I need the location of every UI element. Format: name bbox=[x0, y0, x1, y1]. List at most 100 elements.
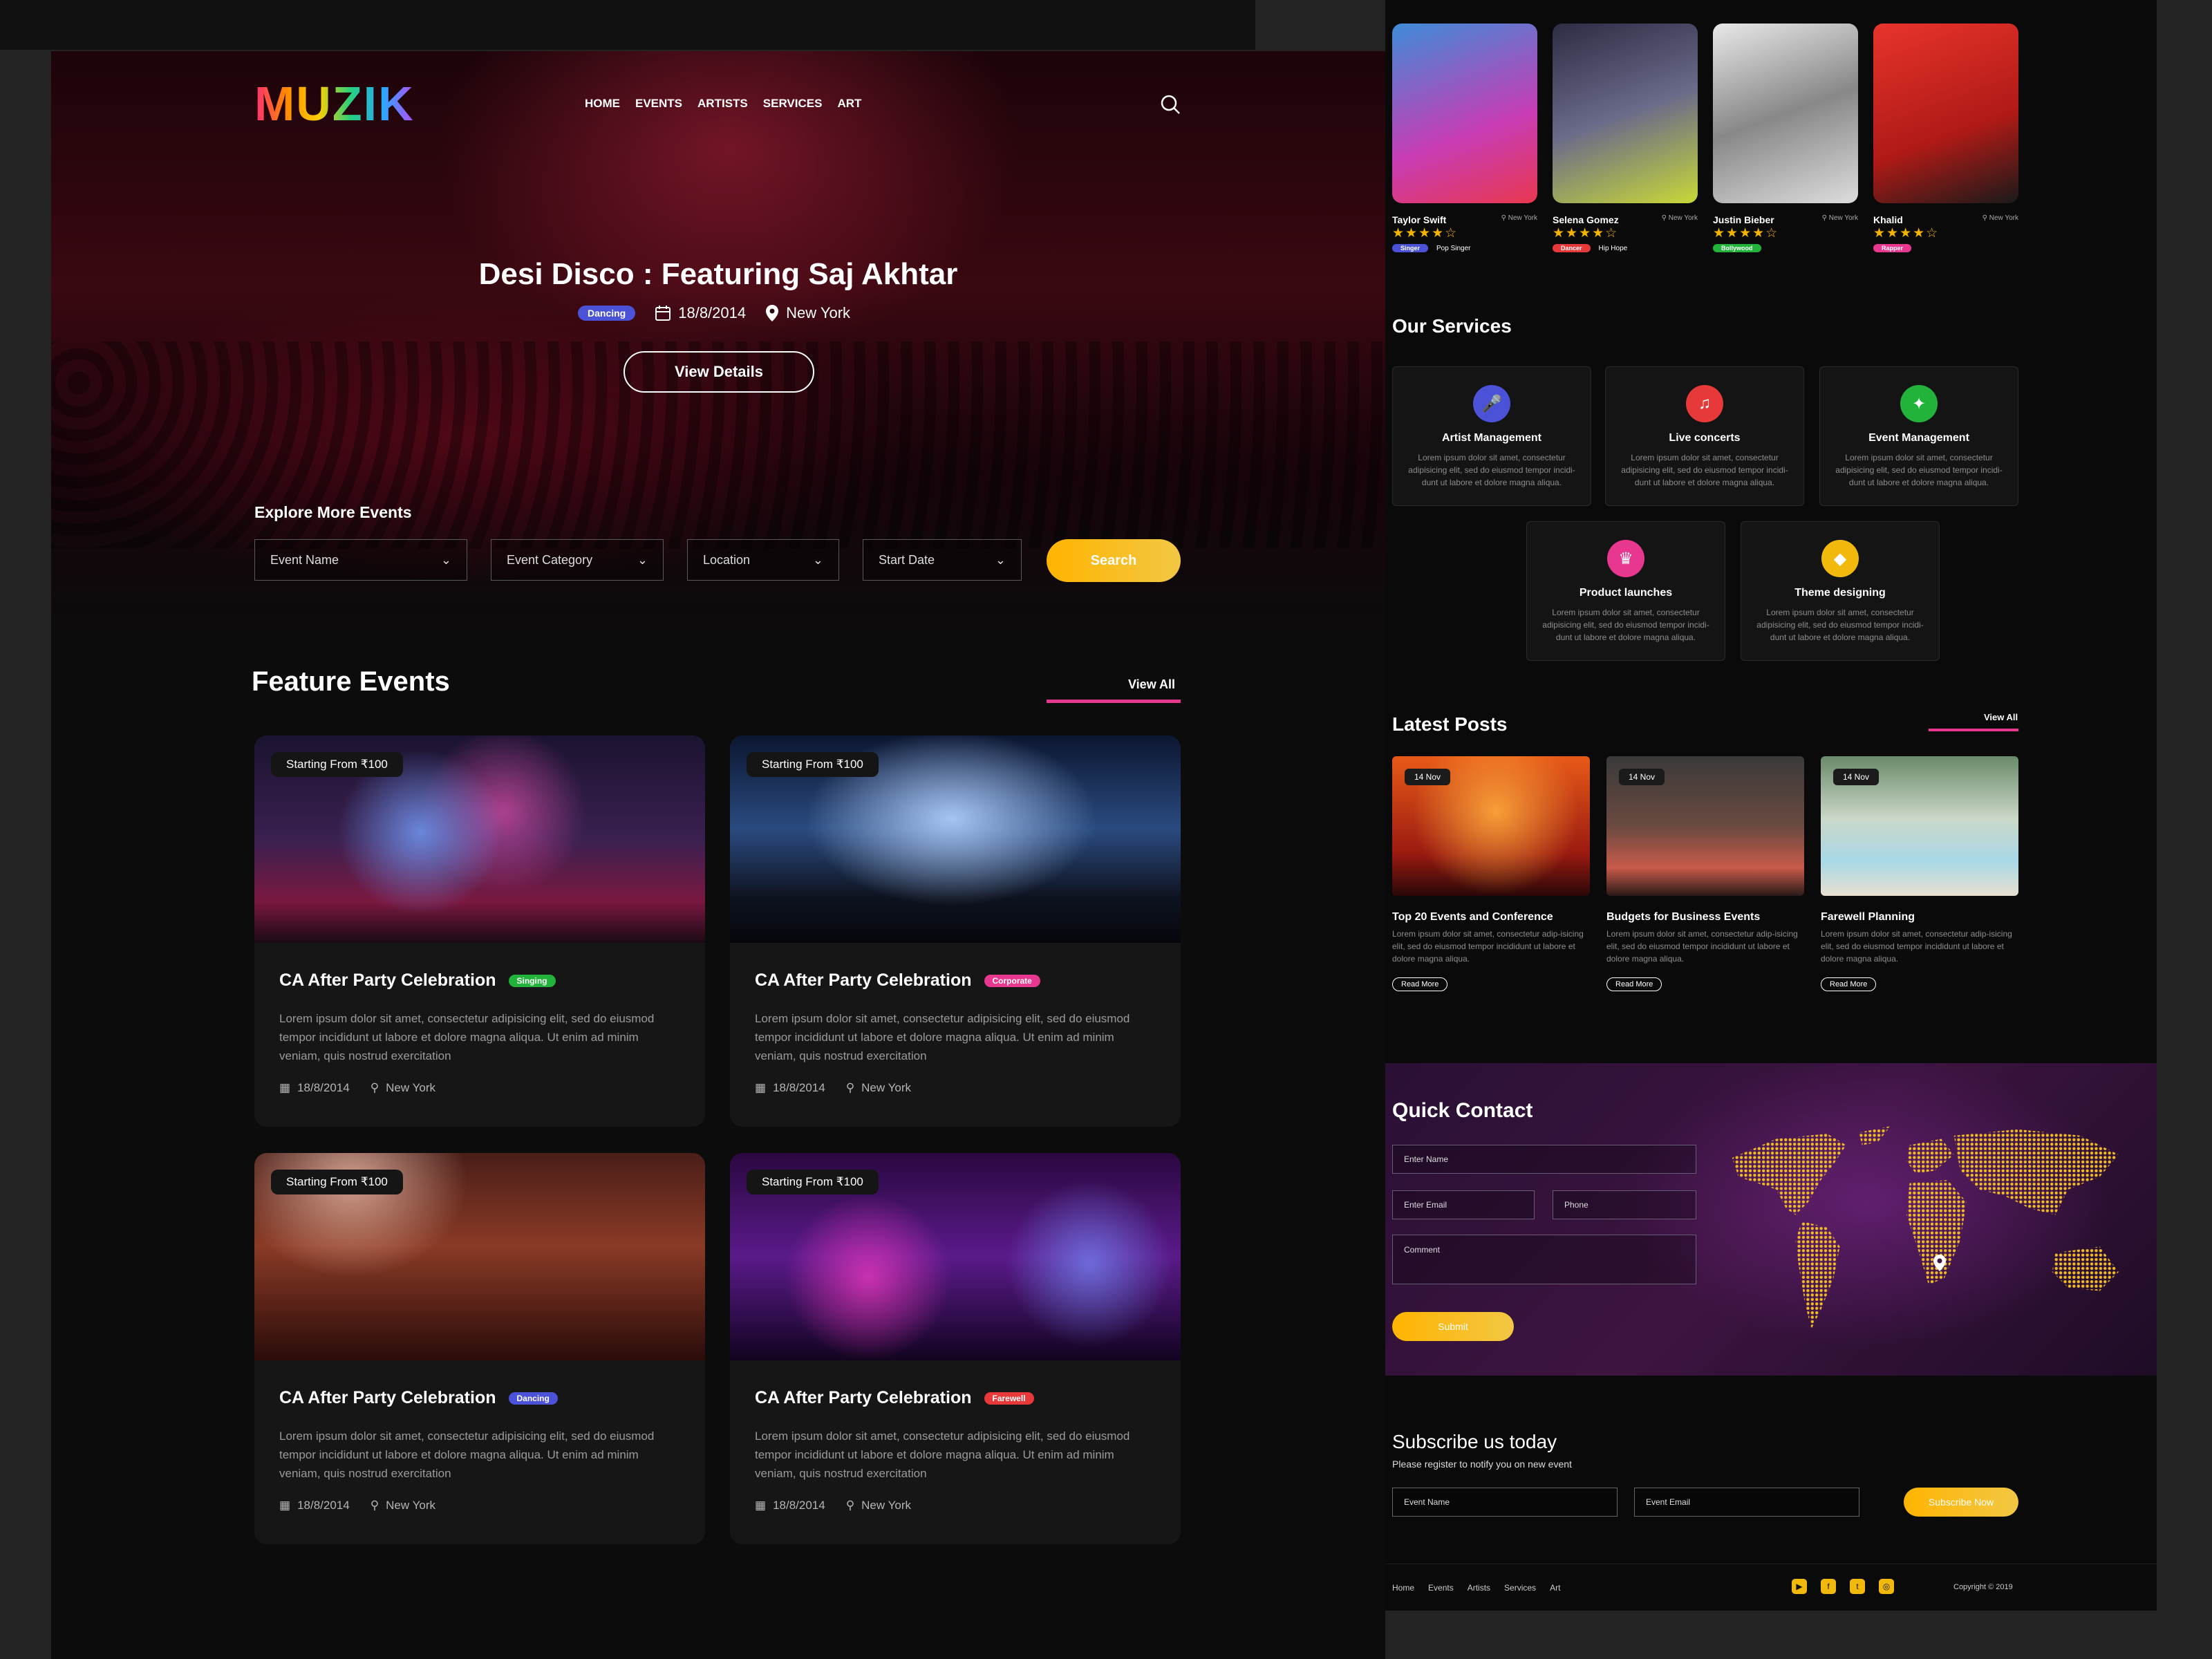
location-select[interactable]: Location ⌄ bbox=[687, 539, 839, 581]
search-button[interactable]: Search bbox=[1047, 539, 1181, 582]
post-date: 14 Nov bbox=[1405, 769, 1451, 785]
service-card[interactable]: ◆ Theme designing Lorem ipsum dolor sit … bbox=[1741, 521, 1940, 661]
footer-link-art[interactable]: Art bbox=[1550, 1583, 1560, 1593]
rating-stars: ★★★★☆ bbox=[1392, 226, 1459, 241]
artist-card[interactable]: Khalid ⚲ New York ★★★★☆ Rapper bbox=[1873, 24, 2018, 252]
post-card[interactable]: 14 Nov Farewell Planning Lorem ipsum dol… bbox=[1821, 756, 2018, 991]
subscribe-button[interactable]: Subscribe Now bbox=[1904, 1488, 2018, 1517]
event-date: 18/8/2014 bbox=[297, 1499, 350, 1512]
view-all-underline bbox=[1047, 700, 1181, 703]
contact-email-input[interactable]: Enter Email bbox=[1392, 1190, 1535, 1219]
footer-link-services[interactable]: Services bbox=[1504, 1583, 1536, 1593]
facebook-icon[interactable]: f bbox=[1821, 1579, 1836, 1594]
price-badge: Starting From ₹100 bbox=[271, 752, 403, 777]
nav-home[interactable]: HOME bbox=[585, 97, 620, 111]
submit-button[interactable]: Submit bbox=[1392, 1312, 1514, 1341]
footer-link-events[interactable]: Events bbox=[1428, 1583, 1454, 1593]
service-description: Lorem ipsum dolor sit amet, consectetur … bbox=[1835, 453, 2003, 487]
rating-stars: ★★★★☆ bbox=[1713, 226, 1779, 241]
event-category-select[interactable]: Event Category ⌄ bbox=[491, 539, 664, 581]
event-name-select[interactable]: Event Name ⌄ bbox=[254, 539, 467, 581]
explore-title: Explore More Events bbox=[254, 503, 412, 521]
service-card[interactable]: ♛ Product launches Lorem ipsum dolor sit… bbox=[1526, 521, 1725, 661]
artist-photo bbox=[1713, 24, 1858, 203]
artist-tag: Dancer bbox=[1553, 244, 1591, 252]
nav-events[interactable]: EVENTS bbox=[635, 97, 682, 111]
feature-events-title: Feature Events bbox=[252, 666, 450, 697]
post-image: 14 Nov bbox=[1392, 756, 1590, 896]
artist-name: Khalid bbox=[1873, 214, 1903, 225]
chevron-down-icon: ⌄ bbox=[995, 552, 1006, 567]
service-title: Artist Management bbox=[1441, 432, 1542, 444]
chevron-down-icon: ⌄ bbox=[637, 552, 648, 567]
event-title: CA After Party Celebration bbox=[279, 971, 496, 990]
price-badge: Starting From ₹100 bbox=[271, 1170, 403, 1194]
event-date: 18/8/2014 bbox=[773, 1081, 825, 1094]
post-description: Lorem ipsum dolor sit amet, consectetur … bbox=[1392, 929, 1584, 964]
service-card[interactable]: ✦ Event Management Lorem ipsum dolor sit… bbox=[1819, 366, 2018, 506]
artist-card[interactable]: Taylor Swift ⚲ New York ★★★★☆ Singer Pop… bbox=[1392, 24, 1537, 252]
event-card[interactable]: Starting From ₹100 CA After Party Celebr… bbox=[730, 735, 1181, 1127]
event-tag: Dancing bbox=[508, 1391, 558, 1405]
quick-contact-title: Quick Contact bbox=[1392, 1099, 1533, 1122]
post-card[interactable]: 14 Nov Budgets for Business Events Lorem… bbox=[1606, 756, 1804, 991]
instagram-icon[interactable]: ◎ bbox=[1879, 1579, 1894, 1594]
artist-card[interactable]: Justin Bieber ⚲ New York ★★★★☆ Bollywood bbox=[1713, 24, 1858, 252]
read-more-button[interactable]: Read More bbox=[1392, 977, 1448, 991]
location-pin-icon: ⚲ bbox=[1821, 214, 1827, 222]
event-card[interactable]: Starting From ₹100 CA After Party Celebr… bbox=[730, 1153, 1181, 1544]
contact-comment-input[interactable]: Comment bbox=[1392, 1235, 1696, 1284]
subscribe-title: Subscribe us today bbox=[1392, 1431, 1557, 1452]
event-description: Lorem ipsum dolor sit amet, consectetur … bbox=[755, 1012, 1130, 1062]
read-more-button[interactable]: Read More bbox=[1606, 977, 1662, 991]
main-nav: HOME EVENTS ARTISTS SERVICES ART bbox=[585, 97, 861, 111]
hero-location: New York bbox=[786, 304, 851, 321]
event-card[interactable]: Starting From ₹100 CA After Party Celebr… bbox=[254, 735, 705, 1127]
youtube-icon[interactable]: ▶ bbox=[1792, 1579, 1807, 1594]
posts-view-all-underline bbox=[1929, 729, 2018, 731]
nav-artists[interactable]: ARTISTS bbox=[697, 97, 748, 111]
nav-services[interactable]: SERVICES bbox=[763, 97, 823, 111]
service-description: Lorem ipsum dolor sit amet, consectetur … bbox=[1542, 608, 1709, 642]
post-description: Lorem ipsum dolor sit amet, consectetur … bbox=[1821, 929, 2012, 964]
artist-photo bbox=[1392, 24, 1537, 203]
twitter-icon[interactable]: t bbox=[1850, 1579, 1865, 1594]
event-location: New York bbox=[386, 1499, 435, 1512]
post-date: 14 Nov bbox=[1619, 769, 1665, 785]
subscribe-name-input[interactable]: Event Name bbox=[1392, 1488, 1618, 1517]
footer-link-artists[interactable]: Artists bbox=[1468, 1583, 1490, 1593]
service-card[interactable]: 🎤 Artist Management Lorem ipsum dolor si… bbox=[1392, 366, 1591, 506]
event-card[interactable]: Starting From ₹100 CA After Party Celebr… bbox=[254, 1153, 705, 1544]
latest-posts-title: Latest Posts bbox=[1392, 713, 1508, 735]
location-pin-icon: ⚲ bbox=[1501, 214, 1506, 222]
contact-name-input[interactable]: Enter Name bbox=[1392, 1145, 1696, 1174]
hero-title: Desi Disco : Featuring Saj Akhtar bbox=[478, 257, 958, 291]
post-title: Farewell Planning bbox=[1821, 911, 1915, 923]
event-date: 18/8/2014 bbox=[297, 1081, 350, 1094]
chevron-down-icon: ⌄ bbox=[440, 552, 451, 567]
read-more-button[interactable]: Read More bbox=[1821, 977, 1877, 991]
event-image: Starting From ₹100 bbox=[254, 735, 705, 943]
footer-link-home[interactable]: Home bbox=[1392, 1583, 1414, 1593]
service-card[interactable]: ♫ Live concerts Lorem ipsum dolor sit am… bbox=[1605, 366, 1804, 506]
artist-tag: Singer bbox=[1392, 244, 1429, 252]
contact-phone-input[interactable]: Phone bbox=[1553, 1190, 1696, 1219]
nav-art[interactable]: ART bbox=[837, 97, 861, 111]
subscribe-email-input[interactable]: Event Email bbox=[1634, 1488, 1859, 1517]
social-links: ▶ f t ◎ bbox=[1778, 1579, 1894, 1594]
event-location: New York bbox=[861, 1081, 911, 1094]
view-details-button[interactable]: View Details bbox=[624, 351, 814, 393]
logo[interactable]: MUZIK bbox=[254, 76, 415, 131]
start-date-select[interactable]: Start Date ⌄ bbox=[863, 539, 1022, 581]
post-card[interactable]: 14 Nov Top 20 Events and Conference Lore… bbox=[1392, 756, 1590, 991]
post-title: Budgets for Business Events bbox=[1606, 911, 1761, 923]
location-pin-icon bbox=[766, 305, 779, 321]
launch-icon: ♛ bbox=[1607, 540, 1644, 577]
event-description: Lorem ipsum dolor sit amet, consectetur … bbox=[279, 1430, 655, 1480]
artist-card[interactable]: Selena Gomez ⚲ New York ★★★★☆ Dancer Hip… bbox=[1553, 24, 1698, 252]
artist-tag: Bollywood bbox=[1713, 244, 1761, 252]
posts-view-all-link[interactable]: View All bbox=[1984, 712, 2018, 722]
world-map-icon bbox=[1732, 1126, 2119, 1329]
view-all-link[interactable]: View All bbox=[1128, 677, 1175, 692]
search-icon[interactable] bbox=[1160, 94, 1181, 115]
